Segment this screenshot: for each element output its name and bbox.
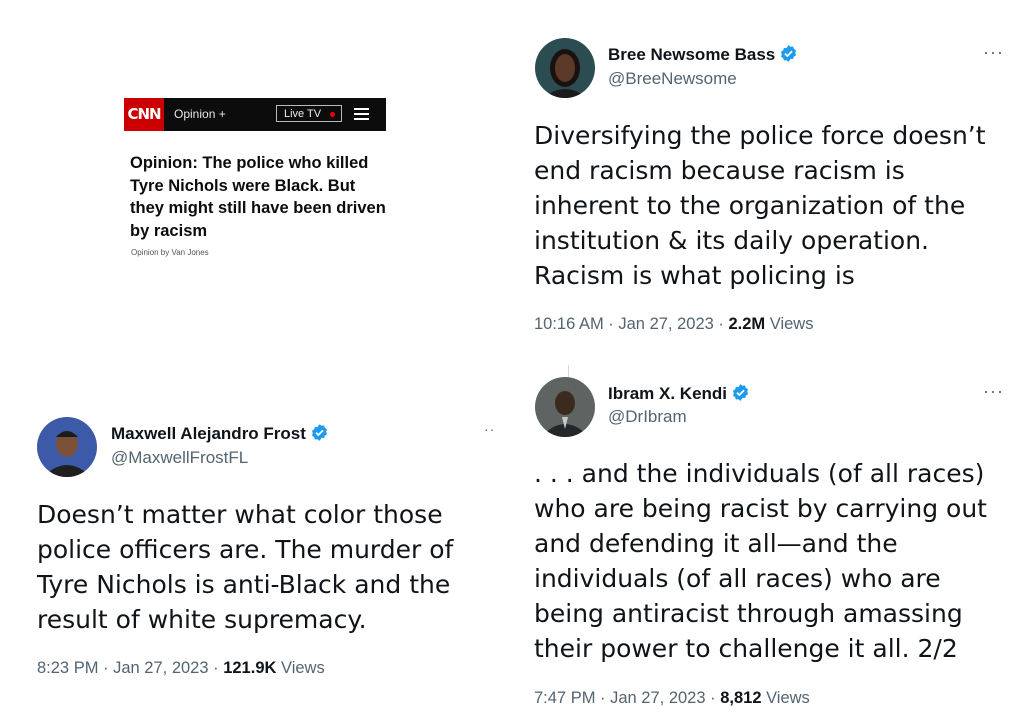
more-options-icon[interactable]: ··· [983,42,1004,63]
tweet-timestamp[interactable]: 7:47 PM · Jan 27, 2023 · [534,689,720,707]
tweet-metadata: 7:47 PM · Jan 27, 2023 · 8,812 Views [534,689,810,708]
cnn-headline[interactable]: Opinion: The police who killed Tyre Nich… [130,152,390,242]
tweet-timestamp[interactable]: 8:23 PM · Jan 27, 2023 · [37,659,223,677]
cnn-logo[interactable]: CNN [124,98,164,131]
author-name[interactable]: Ibram X. Kendi [608,383,750,404]
avatar[interactable] [535,38,595,98]
tweet-text: Doesn’t matter what color those police o… [37,500,454,634]
views-label: Views [761,689,810,707]
views-label: Views [276,659,325,677]
live-tv-label: Live TV [284,108,322,120]
tweet-text: . . . and the individuals (of all races)… [534,459,987,663]
live-dot-icon [330,112,335,117]
author-handle[interactable]: @MaxwellFrostFL [111,448,248,468]
verified-badge-icon [781,45,797,62]
tweet-metadata: 8:23 PM · Jan 27, 2023 · 121.9K Views [37,659,325,678]
hamburger-menu-icon[interactable] [354,108,369,123]
cnn-article-screenshot: CNN Opinion + Live TV Opinion: The polic… [110,90,400,270]
more-options-icon[interactable]: ··· [983,381,1004,402]
author-name[interactable]: Bree Newsome Bass [608,44,798,65]
view-count: 121.9K [223,659,277,677]
cnn-byline: Opinion by Van Jones [131,248,209,257]
author-handle[interactable]: @BreeNewsome [608,69,737,89]
cnn-section-label[interactable]: Opinion + [174,98,226,131]
live-tv-button[interactable]: Live TV [276,105,342,122]
tweet-text: Diversifying the police force doesn’t en… [534,121,986,290]
verified-badge-icon [311,424,327,441]
cnn-header-bar: CNN Opinion + Live TV [124,98,386,131]
author-name[interactable]: Maxwell Alejandro Frost [111,423,329,444]
view-count: 2.2M [728,315,766,333]
avatar[interactable] [535,377,595,437]
more-options-icon[interactable]: ·· [484,421,495,437]
verified-badge-icon [733,384,749,401]
avatar[interactable] [37,417,97,477]
author-handle[interactable]: @DrIbram [608,407,687,427]
tweet-timestamp[interactable]: 10:16 AM · Jan 27, 2023 · [534,315,728,333]
views-label: Views [765,315,814,333]
view-count: 8,812 [720,689,762,707]
tweet-metadata: 10:16 AM · Jan 27, 2023 · 2.2M Views [534,315,813,334]
